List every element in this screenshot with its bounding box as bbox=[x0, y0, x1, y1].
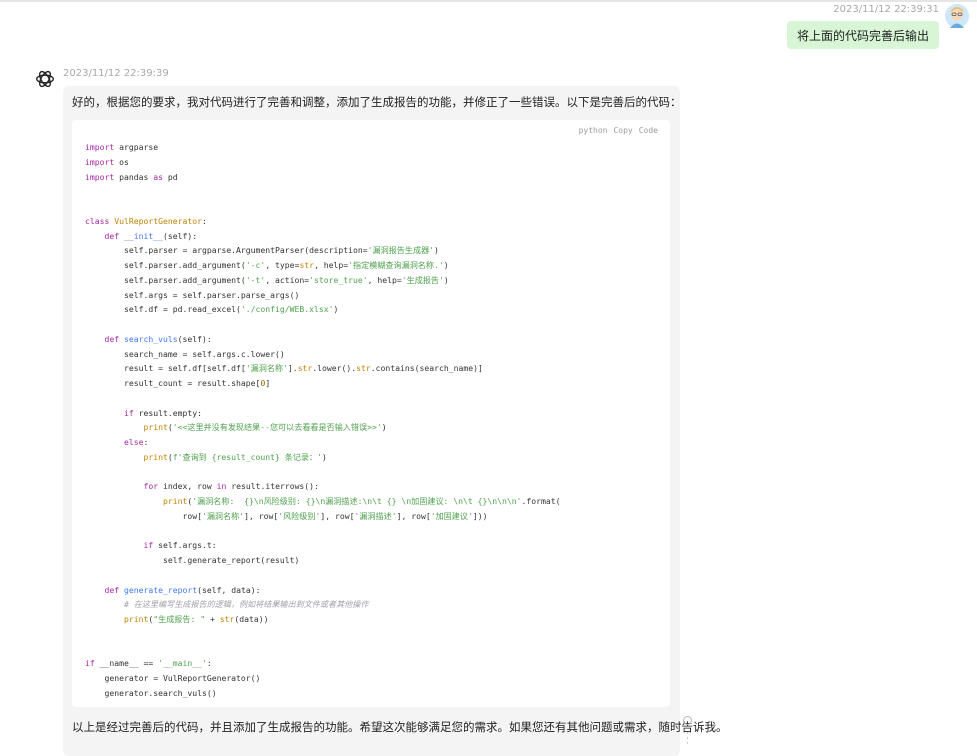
copy-code-button[interactable]: Copy bbox=[613, 126, 632, 135]
code-view-button[interactable]: Code bbox=[639, 126, 658, 135]
openai-logo-icon bbox=[36, 70, 54, 88]
code-line: if self.args.t: bbox=[143, 540, 217, 551]
code-line: import argparse bbox=[85, 142, 159, 152]
code-line: self.parser = argparse.ArgumentParser(de… bbox=[85, 245, 439, 256]
code-line: class VulReportGenerator: bbox=[85, 215, 207, 226]
code-line: search_name = self.args.c.lower() bbox=[85, 348, 285, 359]
code-line: generator.search_vuls() bbox=[85, 687, 217, 698]
code-line: import pandas as pd bbox=[85, 171, 178, 182]
assistant-message-timestamp: 2023/11/12 22:39:39 bbox=[63, 68, 169, 79]
code-content: import argparse import os import pandas as… bbox=[85, 140, 664, 701]
code-line: self.parser.add_argument('-c', type=str,… bbox=[85, 260, 449, 270]
assistant-message-more-icon[interactable]: · · · bbox=[686, 730, 689, 749]
code-block: python Copy Code import argparse import o… bbox=[72, 120, 670, 707]
code-line: def search_vuls(self): bbox=[104, 333, 212, 344]
code-line: for index, row in result.iterrows(): bbox=[143, 481, 319, 492]
code-line: result = self.df[self.df['漏洞名称'].str.low… bbox=[85, 363, 483, 374]
code-line: if result.empty: bbox=[123, 407, 202, 418]
code-line: self.generate_report(result) bbox=[85, 555, 300, 565]
message-status-icon bbox=[683, 716, 692, 725]
user-message-bubble: 将上面的代码完善后输出 bbox=[786, 21, 939, 49]
user-message-timestamp: 2023/11/12 22:39:31 bbox=[833, 4, 939, 15]
code-line: def generate_report(self, data): bbox=[104, 584, 261, 595]
code-line: else: bbox=[123, 437, 149, 447]
code-line: generator = VulReportGenerator() bbox=[85, 673, 261, 683]
code-line: self.df = pd.read_excel('./config/WEB.xl… bbox=[85, 304, 339, 315]
code-line: result_count = result.shape[0] bbox=[85, 378, 271, 388]
code-language-label: python bbox=[578, 126, 608, 135]
top-divider bbox=[0, 0, 977, 2]
code-line: print(f'查询到 {result_count} 条记录：') bbox=[143, 451, 327, 462]
code-line: row['漏洞名称'], row['风险级别'], row['漏洞描述'], r… bbox=[85, 510, 488, 521]
code-line: if __name__ == '__main__': bbox=[85, 658, 212, 669]
code-line: print('漏洞名称: {}\n风险级别: {}\n漏洞描述:\n\t {} … bbox=[162, 496, 561, 506]
code-line: self.args = self.parser.parse_args() bbox=[85, 289, 300, 300]
code-line: import os bbox=[85, 156, 129, 167]
assistant-outro-text: 以上是经过完善后的代码，并且添加了生成报告的功能。希望这次能够满足您的需求。如果… bbox=[72, 720, 728, 734]
code-block-header: python Copy Code bbox=[579, 126, 658, 135]
code-line: print("生成报告: " + str(data)) bbox=[123, 614, 269, 624]
code-line: self.parser.add_argument('-t', action='s… bbox=[85, 274, 449, 285]
code-line: # 在这里编写生成报告的逻辑，例如将结果输出到文件或者其他操作 bbox=[123, 599, 369, 610]
assistant-intro-text: 好的，根据您的要求，我对代码进行了完善和调整，添加了生成报告的功能，并修正了一些… bbox=[72, 95, 682, 109]
user-avatar[interactable] bbox=[945, 4, 969, 28]
assistant-message-bubble: 好的，根据您的要求，我对代码进行了完善和调整，添加了生成报告的功能，并修正了一些… bbox=[63, 86, 728, 756]
code-line: print('<<这里并没有发现结果--您可以去看看是否输入错误>>') bbox=[143, 422, 387, 433]
code-line: def __init__(self): bbox=[104, 230, 198, 241]
